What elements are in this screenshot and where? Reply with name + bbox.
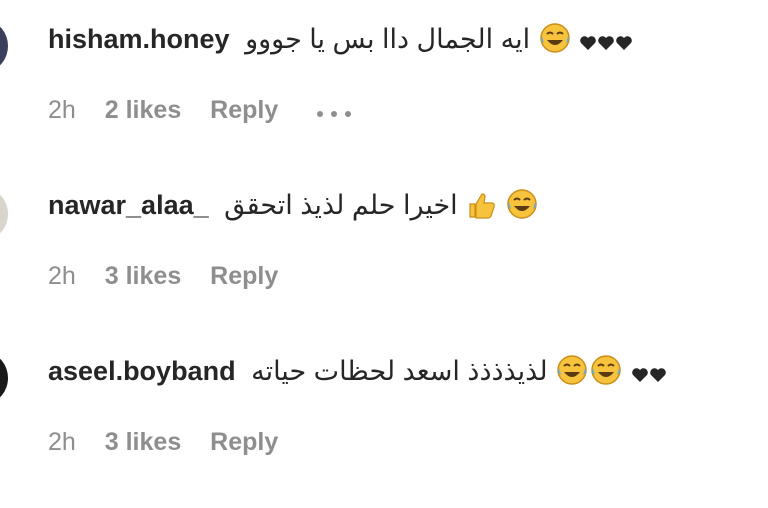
avatar[interactable] xyxy=(0,354,8,402)
comment-item: hisham.honey ايه الجمال داا بس يا جووو 2… xyxy=(0,0,768,124)
thumbs-up-icon xyxy=(466,190,496,228)
comment-list: hisham.honey ايه الجمال داا بس يا جووو 2… xyxy=(0,0,768,508)
comment-time: 2h xyxy=(48,96,76,124)
heart-icon xyxy=(649,357,667,391)
comment-item: nawar_alaa_ اخيرا حلم لذيذ اتحقق 2h 3 li… xyxy=(0,166,768,290)
comment-username[interactable]: aseel.boyband xyxy=(48,356,236,386)
likes-count[interactable]: 2 likes xyxy=(105,96,181,124)
heart-icon xyxy=(631,357,649,391)
laughing-crying-face-icon xyxy=(590,354,622,394)
likes-count[interactable]: 3 likes xyxy=(105,262,181,290)
comment-time: 2h xyxy=(48,262,76,290)
comment-text: اخيرا حلم لذيذ اتحقق xyxy=(224,190,458,220)
comment-text: لذيذذذذ اسعد لحظات حياته xyxy=(251,356,548,386)
comment-time: 2h xyxy=(48,428,76,456)
comment-line: aseel.boyband لذيذذذذ اسعد لحظات حياته xyxy=(48,354,667,394)
comment-line: hisham.honey ايه الجمال داا بس يا جووو xyxy=(48,22,633,62)
heart-icon xyxy=(579,25,597,59)
avatar[interactable] xyxy=(0,22,8,70)
likes-count[interactable]: 3 likes xyxy=(105,428,181,456)
comment-username[interactable]: nawar_alaa_ xyxy=(48,190,209,220)
reply-button[interactable]: Reply xyxy=(210,262,278,290)
laughing-crying-face-icon xyxy=(556,354,588,394)
heart-icon xyxy=(597,25,615,59)
reply-button[interactable]: Reply xyxy=(210,428,278,456)
laughing-crying-face-icon xyxy=(539,22,571,62)
comment-text: ايه الجمال داا بس يا جووو xyxy=(245,24,531,54)
heart-icon xyxy=(615,25,633,59)
comment-meta: 2h 3 likes Reply xyxy=(48,427,300,457)
comment-item: aseel.boyband لذيذذذذ اسعد لحظات حياته 2… xyxy=(0,332,768,456)
more-options-icon[interactable] xyxy=(315,96,353,126)
comment-line: nawar_alaa_ اخيرا حلم لذيذ اتحقق xyxy=(48,188,539,228)
comment-meta: 2h 2 likes Reply xyxy=(48,95,375,126)
reply-button[interactable]: Reply xyxy=(210,96,278,124)
comment-username[interactable]: hisham.honey xyxy=(48,24,230,54)
comment-meta: 2h 3 likes Reply xyxy=(48,261,300,291)
laughing-crying-face-icon xyxy=(506,188,538,228)
avatar[interactable] xyxy=(0,190,8,238)
